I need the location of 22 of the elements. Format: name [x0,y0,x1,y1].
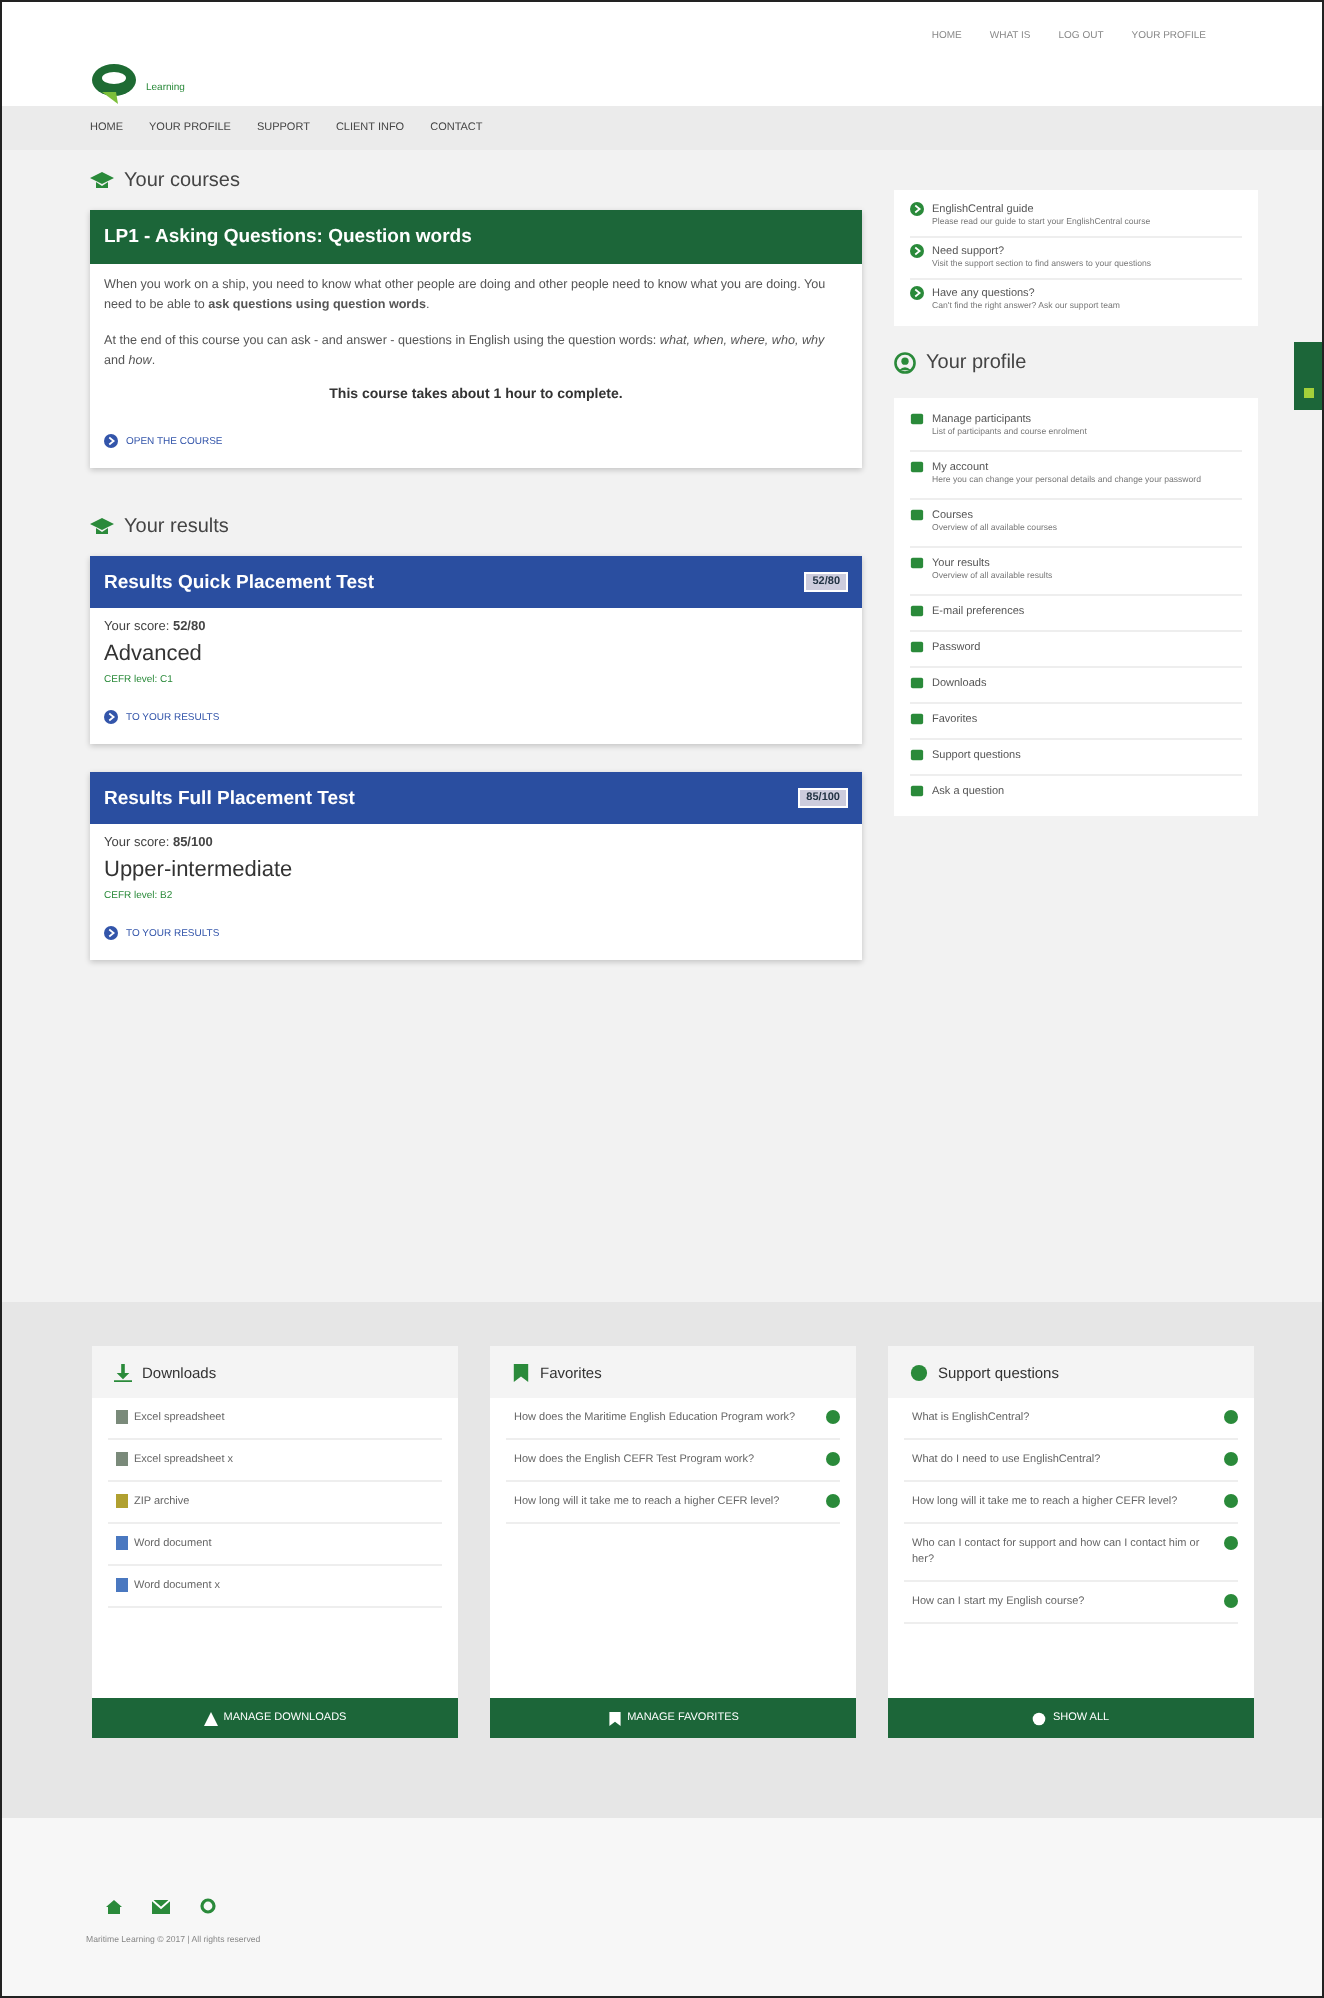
graduation-cap-icon [90,171,114,189]
result-title: Results Full Placement Test [104,787,355,809]
course-title: LP1 - Asking Questions: Question words [90,210,862,264]
side-tab[interactable] [1294,342,1322,410]
user-circle-icon [894,351,916,373]
arrow-circle-icon [910,286,924,300]
level-text: Upper-intermediate [104,858,295,882]
section-heading: Your results [124,515,229,537]
section-heading: Your profile [926,351,1027,373]
circle-icon[interactable] [200,1898,216,1914]
home-icon[interactable] [106,1899,122,1913]
arrow-circle-icon [104,434,118,448]
logo-icon[interactable] [90,62,142,106]
arrow-circle-icon [104,926,118,940]
section-heading: Your courses [124,169,240,191]
arrow-circle-icon [910,202,924,216]
arrow-circle-icon [104,710,118,724]
level-text: Advanced [104,642,204,666]
arrow-circle-icon [910,244,924,258]
graduation-cap-icon [90,517,114,535]
result-title: Results Quick Placement Test [104,571,374,593]
mail-icon[interactable] [152,1899,170,1913]
